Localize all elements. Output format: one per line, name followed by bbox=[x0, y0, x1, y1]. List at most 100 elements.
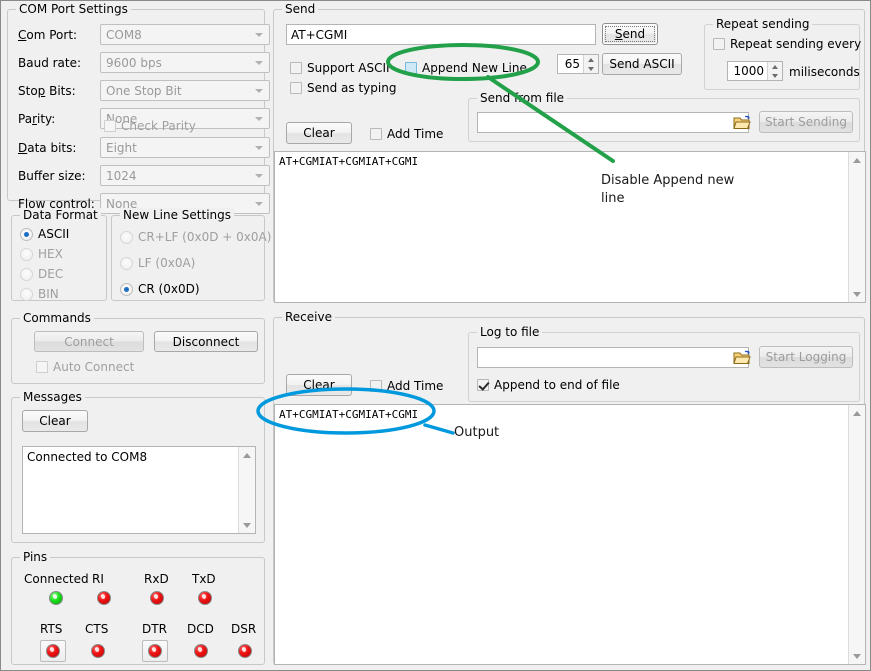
pin-label-txd: TxD bbox=[192, 572, 216, 586]
baud-rate-select[interactable]: 9600 bps bbox=[100, 52, 270, 73]
baud-rate-value: 9600 bps bbox=[106, 56, 162, 70]
chevron-down-icon bbox=[255, 33, 263, 37]
send-history-scrollbar[interactable] bbox=[848, 152, 865, 302]
scroll-down-icon[interactable] bbox=[239, 517, 255, 533]
send-history-area[interactable]: AT+CGMIAT+CGMIAT+CGMI bbox=[274, 151, 866, 303]
receive-clear-button[interactable]: Clear bbox=[286, 374, 352, 396]
receive-output-area[interactable]: AT+CGMIAT+CGMIAT+CGMI bbox=[274, 404, 866, 665]
send-button[interactable]: Send bbox=[602, 23, 658, 45]
disconnect-button[interactable]: Disconnect bbox=[154, 331, 258, 352]
send-from-file-group: Send from file Start Sending bbox=[468, 98, 860, 142]
radio-label: CR+LF (0x0D + 0x0A) bbox=[138, 230, 271, 244]
messages-log-text: Connected to COM8 bbox=[27, 450, 237, 464]
receive-add-time-checkbox[interactable]: Add Time bbox=[370, 379, 443, 393]
spinner-up-icon[interactable] bbox=[768, 62, 782, 71]
radio-newline-crlf[interactable]: CR+LF (0x0D + 0x0A) bbox=[120, 230, 271, 244]
send-command-value: AT+CGMI bbox=[291, 28, 347, 42]
start-sending-button[interactable]: Start Sending bbox=[759, 111, 853, 133]
start-logging-button[interactable]: Start Logging bbox=[759, 346, 853, 368]
com-port-select[interactable]: COM8 bbox=[100, 24, 270, 45]
auto-connect-checkbox[interactable]: Auto Connect bbox=[36, 360, 134, 374]
receive-clear-label: Clear bbox=[303, 378, 334, 392]
receive-output-text: AT+CGMIAT+CGMIAT+CGMI bbox=[279, 408, 847, 422]
scroll-up-icon[interactable] bbox=[849, 405, 865, 421]
checkbox-box bbox=[477, 379, 489, 391]
scroll-down-icon[interactable] bbox=[849, 286, 865, 302]
radio-label: ASCII bbox=[38, 227, 69, 241]
repeat-sending-group: Repeat sending Repeat sending every 1000… bbox=[704, 24, 860, 90]
pins-group: Pins Connected RI RxD TxD RTS CTS DTR DC… bbox=[11, 557, 265, 665]
send-command-input[interactable]: AT+CGMI bbox=[286, 24, 596, 45]
checkbox-box bbox=[370, 380, 382, 392]
folder-open-icon[interactable] bbox=[733, 115, 751, 131]
checkbox-box bbox=[405, 62, 417, 74]
pin-label-ri: RI bbox=[92, 572, 104, 586]
pin-led-dcd bbox=[194, 644, 208, 658]
spinner-down-icon[interactable] bbox=[584, 64, 598, 73]
pin-led-dsr bbox=[238, 644, 252, 658]
pin-label-rts: RTS bbox=[40, 622, 62, 636]
messages-scrollbar[interactable] bbox=[238, 447, 255, 533]
start-logging-label: Start Logging bbox=[766, 350, 847, 364]
repeat-interval-spinner[interactable]: 1000 bbox=[727, 61, 783, 81]
send-clear-label: Clear bbox=[303, 126, 334, 140]
send-button-label: Send bbox=[615, 27, 645, 41]
send-clear-button[interactable]: Clear bbox=[286, 122, 352, 144]
send-as-typing-checkbox[interactable]: Send as typing bbox=[290, 81, 396, 95]
stop-bits-select[interactable]: One Stop Bit bbox=[100, 80, 270, 101]
radio-data-format-bin[interactable]: BIN bbox=[20, 287, 59, 301]
buffer-size-select[interactable]: 1024 bbox=[100, 165, 270, 186]
send-ascii-button[interactable]: Send ASCII bbox=[602, 53, 682, 75]
radio-label: BIN bbox=[38, 287, 59, 301]
com-port-label: Com Port: bbox=[18, 28, 77, 42]
messages-clear-label: Clear bbox=[39, 414, 70, 428]
messages-clear-button[interactable]: Clear bbox=[22, 410, 88, 432]
radio-data-format-hex[interactable]: HEX bbox=[20, 247, 63, 261]
spinner-arrows[interactable] bbox=[583, 55, 598, 73]
repeat-interval-value: 1000 bbox=[728, 64, 767, 78]
repeat-sending-checkbox[interactable]: Repeat sending every bbox=[713, 37, 861, 51]
ascii-code-spinner[interactable]: 65 bbox=[557, 54, 599, 74]
chevron-down-icon bbox=[255, 117, 263, 121]
repeat-sending-title: Repeat sending bbox=[713, 17, 812, 31]
append-to-end-of-file-label: Append to end of file bbox=[494, 378, 620, 392]
log-to-file-input[interactable] bbox=[477, 347, 749, 368]
append-to-end-of-file-checkbox[interactable]: Append to end of file bbox=[477, 378, 620, 392]
radio-newline-cr[interactable]: CR (0x0D) bbox=[120, 282, 200, 296]
spinner-up-icon[interactable] bbox=[584, 55, 598, 64]
connect-button[interactable]: Connect bbox=[34, 331, 144, 352]
support-ascii-checkbox[interactable]: Support ASCII bbox=[290, 61, 390, 75]
checkbox-box bbox=[36, 361, 48, 373]
radio-newline-lf[interactable]: LF (0x0A) bbox=[120, 256, 195, 270]
serial-terminal-window: COM Port Settings Com Port: COM8 Baud ra… bbox=[0, 0, 871, 671]
send-from-file-input[interactable] bbox=[477, 112, 749, 133]
chevron-down-icon bbox=[255, 174, 263, 178]
send-title: Send bbox=[282, 2, 318, 16]
com-port-settings-title: COM Port Settings bbox=[16, 2, 131, 16]
radio-label: CR (0x0D) bbox=[138, 282, 200, 296]
data-bits-select[interactable]: Eight bbox=[100, 137, 270, 158]
send-add-time-checkbox[interactable]: Add Time bbox=[370, 127, 443, 141]
radio-data-format-ascii[interactable]: ASCII bbox=[20, 227, 69, 241]
receive-group: Receive Clear Add Time Log to file bbox=[273, 317, 865, 665]
baud-rate-label: Baud rate: bbox=[18, 56, 81, 70]
checkbox-box bbox=[713, 38, 725, 50]
pin-led-txd bbox=[198, 591, 212, 605]
scroll-down-icon[interactable] bbox=[849, 648, 865, 664]
output-note-label: Output bbox=[454, 424, 499, 442]
scroll-up-icon[interactable] bbox=[239, 447, 255, 463]
send-as-typing-label: Send as typing bbox=[307, 81, 396, 95]
check-parity-checkbox[interactable]: Check Parity bbox=[104, 119, 196, 133]
folder-open-icon[interactable] bbox=[733, 350, 751, 366]
messages-log-area[interactable]: Connected to COM8 bbox=[22, 446, 256, 534]
scroll-up-icon[interactable] bbox=[849, 152, 865, 168]
chevron-down-icon bbox=[255, 89, 263, 93]
spinner-arrows[interactable] bbox=[767, 62, 782, 80]
checkbox-box bbox=[370, 128, 382, 140]
append-new-line-checkbox[interactable]: Append New Line bbox=[405, 61, 527, 75]
radio-data-format-dec[interactable]: DEC bbox=[20, 267, 63, 281]
receive-scrollbar[interactable] bbox=[848, 405, 865, 664]
check-parity-label: Check Parity bbox=[121, 119, 196, 133]
com-port-settings-group: COM Port Settings Com Port: COM8 Baud ra… bbox=[7, 9, 265, 201]
spinner-down-icon[interactable] bbox=[768, 71, 782, 80]
